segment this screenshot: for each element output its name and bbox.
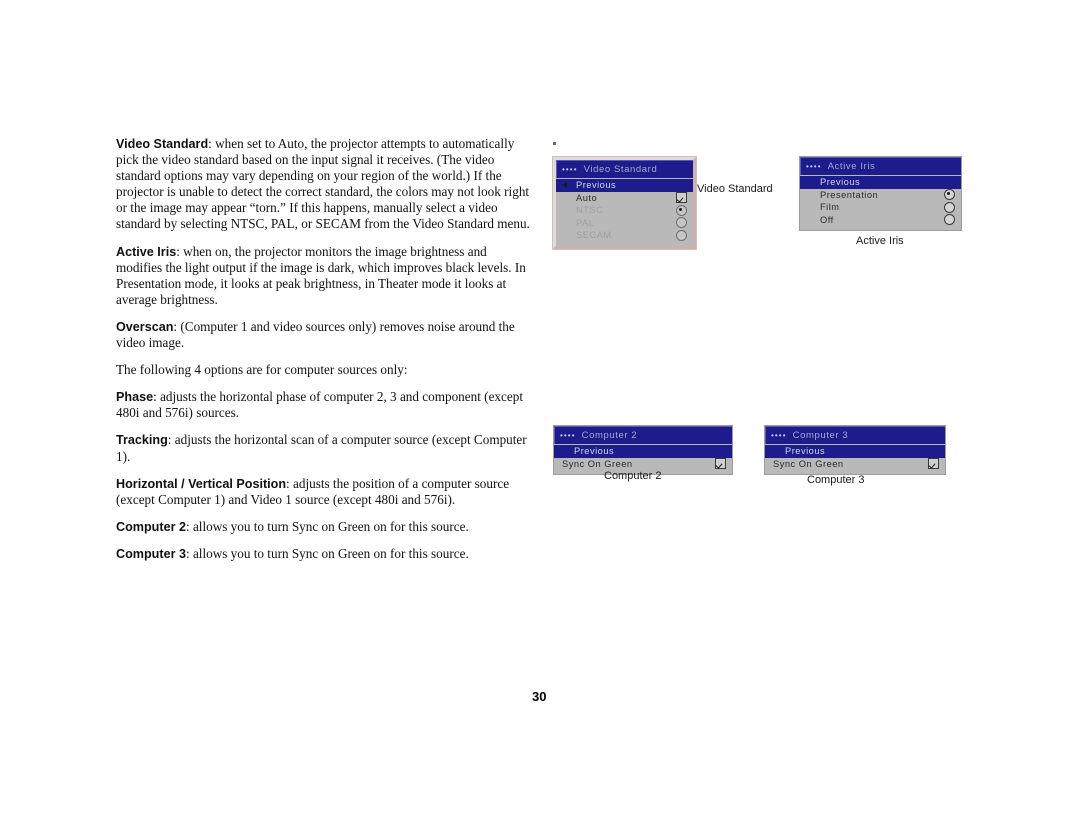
osd-row-label: Previous bbox=[576, 180, 617, 191]
checkbox-checked-icon[interactable] bbox=[928, 458, 939, 470]
scan-artifact-speck bbox=[553, 142, 556, 145]
radio-unselected-icon[interactable] bbox=[676, 229, 687, 241]
paragraph-active-iris: Active Iris: when on, the projector moni… bbox=[116, 244, 536, 308]
paragraph-overscan: Overscan: (Computer 1 and video sources … bbox=[116, 319, 536, 351]
paragraph-lead: Video Standard bbox=[116, 137, 209, 151]
page-number: 30 bbox=[532, 689, 547, 704]
menu-dots-icon: •••• bbox=[806, 161, 822, 171]
osd-row-presentation[interactable]: Presentation bbox=[800, 189, 961, 202]
body-text-column: Video Standard: when set to Auto, the pr… bbox=[116, 136, 536, 573]
osd-row-ntsc[interactable]: NTSC bbox=[556, 204, 693, 217]
paragraph-computer-2: Computer 2: allows you to turn Sync on G… bbox=[116, 519, 536, 535]
osd-body-video-standard: Previous Auto NTSC PAL SECAM bbox=[556, 178, 693, 246]
osd-row-label: Presentation bbox=[820, 189, 879, 200]
osd-row-label: Previous bbox=[574, 446, 615, 457]
arrow-left-icon bbox=[562, 182, 567, 189]
osd-row-pal[interactable]: PAL bbox=[556, 217, 693, 230]
paragraph-tracking: Tracking: adjusts the horizontal scan of… bbox=[116, 432, 536, 464]
paragraph-lead: Overscan bbox=[116, 319, 174, 334]
caption-computer-2: Computer 2 bbox=[604, 470, 662, 482]
osd-row-previous[interactable]: Previous bbox=[556, 179, 693, 192]
osd-row-sync-on-green[interactable]: Sync On Green bbox=[554, 458, 732, 471]
caption-video-standard: Video Standard bbox=[697, 183, 773, 195]
osd-row-off[interactable]: Off bbox=[800, 214, 961, 227]
paragraph-body: : (Computer 1 and video sources only) re… bbox=[116, 318, 515, 351]
osd-body-active-iris: Previous Presentation Film Off bbox=[800, 175, 961, 230]
caption-active-iris: Active Iris bbox=[856, 235, 904, 247]
paragraph-lead: Tracking bbox=[116, 433, 168, 448]
radio-unselected-icon[interactable] bbox=[944, 214, 955, 226]
menu-dots-icon: •••• bbox=[560, 430, 576, 440]
osd-menu-video-standard[interactable]: •••• Video Standard Previous Auto NTSC P… bbox=[553, 157, 696, 249]
osd-row-film[interactable]: Film bbox=[800, 201, 961, 214]
osd-title-label: Computer 3 bbox=[792, 430, 849, 441]
paragraph-body: : allows you to turn Sync on Green on fo… bbox=[185, 545, 469, 561]
checkbox-checked-icon[interactable] bbox=[676, 192, 687, 204]
paragraph-horizontal-vertical-position: Horizontal / Vertical Position: adjusts … bbox=[116, 476, 536, 508]
osd-menu-computer-3[interactable]: •••• Computer 3 Previous Sync On Green bbox=[764, 425, 946, 475]
menu-dots-icon: •••• bbox=[562, 164, 578, 174]
paragraph-lead: Computer 2 bbox=[116, 519, 186, 534]
osd-row-label: Sync On Green bbox=[562, 458, 633, 469]
paragraph-intro-computer-options: The following 4 options are for computer… bbox=[116, 362, 536, 378]
checkbox-checked-icon[interactable] bbox=[715, 458, 726, 470]
osd-menu-active-iris[interactable]: •••• Active Iris Previous Presentation F… bbox=[799, 156, 962, 231]
paragraph-phase: Phase: adjusts the horizontal phase of c… bbox=[116, 389, 536, 421]
paragraph-body: : when on, the projector monitors the im… bbox=[116, 243, 526, 307]
osd-row-previous[interactable]: Previous bbox=[765, 445, 945, 458]
osd-title-label: Active Iris bbox=[827, 161, 876, 172]
caption-computer-3: Computer 3 bbox=[807, 474, 865, 486]
paragraph-lead: Active Iris bbox=[116, 244, 177, 259]
paragraph-lead: Horizontal / Vertical Position bbox=[116, 476, 287, 491]
paragraph-body: : allows you to turn Sync on Green on fo… bbox=[185, 518, 469, 534]
osd-title-bar-video-standard: •••• Video Standard bbox=[556, 160, 693, 178]
radio-unselected-icon[interactable] bbox=[944, 201, 955, 213]
osd-row-label: Film bbox=[820, 202, 840, 213]
osd-row-label: Previous bbox=[785, 446, 826, 457]
osd-row-label: PAL bbox=[576, 217, 595, 228]
osd-row-label: NTSC bbox=[576, 205, 604, 216]
osd-title-label: Computer 2 bbox=[581, 430, 638, 441]
paragraph-body: : adjusts the horizontal scan of a compu… bbox=[116, 432, 527, 464]
paragraph-lead: Computer 3 bbox=[116, 546, 186, 561]
osd-row-label: SECAM bbox=[576, 230, 612, 241]
osd-title-bar-computer-2: •••• Computer 2 bbox=[554, 426, 732, 444]
osd-row-sync-on-green[interactable]: Sync On Green bbox=[765, 458, 945, 471]
osd-row-label: Off bbox=[820, 214, 834, 225]
osd-body-computer-3: Previous Sync On Green bbox=[765, 444, 945, 474]
osd-title-bar-active-iris: •••• Active Iris bbox=[800, 157, 961, 175]
osd-row-secam[interactable]: SECAM bbox=[556, 229, 693, 242]
osd-menu-computer-2[interactable]: •••• Computer 2 Previous Sync On Green bbox=[553, 425, 733, 475]
osd-row-previous[interactable]: Previous bbox=[554, 445, 732, 458]
osd-row-auto[interactable]: Auto bbox=[556, 192, 693, 205]
osd-row-label: Auto bbox=[576, 192, 598, 203]
paragraph-lead: Phase bbox=[116, 390, 154, 405]
radio-selected-icon[interactable] bbox=[944, 189, 955, 201]
paragraph-body: : adjusts the horizontal phase of comput… bbox=[116, 389, 523, 421]
paragraph-body: The following 4 options are for computer… bbox=[116, 362, 408, 378]
radio-selected-icon[interactable] bbox=[676, 204, 687, 216]
menu-dots-icon: •••• bbox=[771, 430, 787, 440]
osd-row-previous[interactable]: Previous bbox=[800, 176, 961, 189]
radio-unselected-icon[interactable] bbox=[676, 217, 687, 229]
paragraph-video-standard: Video Standard: when set to Auto, the pr… bbox=[116, 136, 536, 233]
paragraph-computer-3: Computer 3: allows you to turn Sync on G… bbox=[116, 546, 536, 562]
osd-title-label: Video Standard bbox=[583, 164, 658, 175]
osd-title-bar-computer-3: •••• Computer 3 bbox=[765, 426, 945, 444]
osd-row-label: Sync On Green bbox=[773, 458, 844, 469]
osd-row-label: Previous bbox=[820, 177, 861, 188]
